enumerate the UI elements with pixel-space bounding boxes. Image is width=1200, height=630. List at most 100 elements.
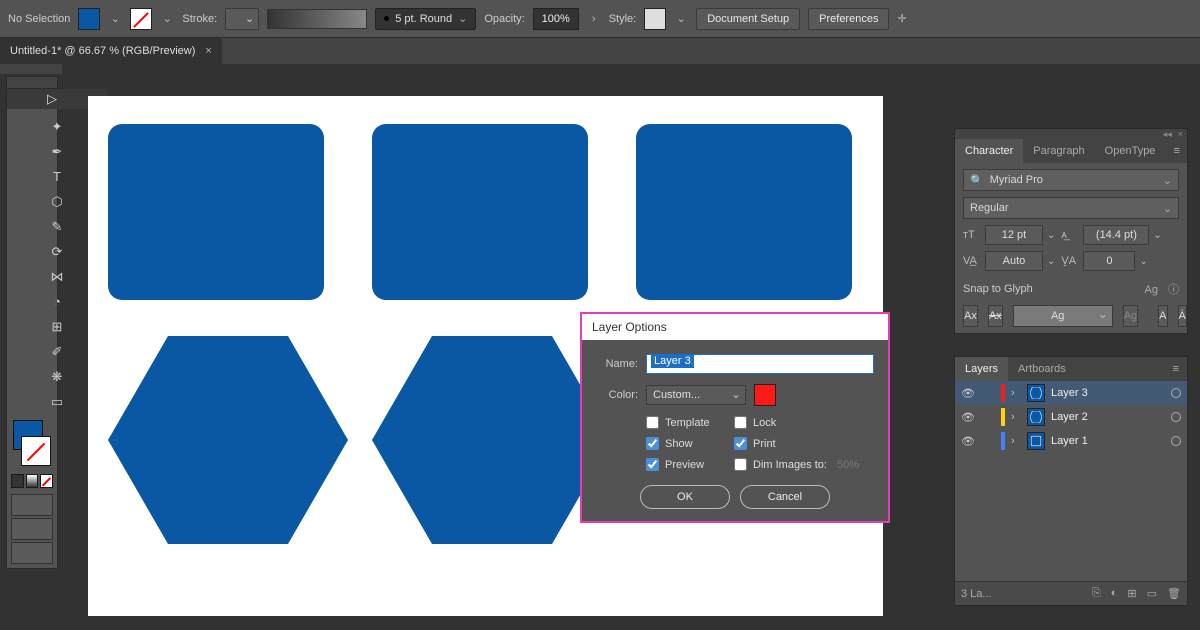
delete-layer-icon[interactable]: 🗑 (1167, 587, 1181, 600)
preferences-button[interactable]: Preferences (808, 8, 889, 30)
kern-dd-icon[interactable]: ⌄ (1047, 256, 1055, 267)
tab-artboards[interactable]: Artboards (1008, 357, 1076, 381)
glyph-badge-icon[interactable]: Ag (1141, 282, 1162, 298)
rounded-rect-3[interactable] (636, 124, 852, 300)
track-dd-icon[interactable]: ⌄ (1139, 256, 1147, 267)
new-layer-icon[interactable]: ▭ (1147, 587, 1157, 600)
font-search[interactable]: 🔍Myriad Pro⌄ (963, 169, 1179, 191)
tab-character[interactable]: Character (955, 139, 1023, 163)
layer-row[interactable]: 👁 › Layer 1 (955, 429, 1187, 453)
glyph-capheight[interactable]: Ag (1013, 305, 1113, 327)
target-icon[interactable] (1171, 388, 1181, 398)
new-sublayer-icon[interactable]: ⊞ (1127, 587, 1136, 600)
dim-images-checkbox[interactable]: Dim Images to:50% (734, 458, 874, 471)
info-icon[interactable]: ⓘ (1168, 284, 1179, 296)
hexagon-2[interactable] (372, 336, 612, 544)
expand-icon[interactable]: › (1011, 411, 1021, 423)
font-name: Myriad Pro (990, 174, 1043, 186)
font-size-icon: тT (963, 229, 981, 241)
lock-checkbox[interactable]: Lock (734, 416, 874, 429)
template-checkbox[interactable]: Template (646, 416, 726, 429)
target-icon[interactable] (1171, 412, 1181, 422)
layer-color-bar (1001, 384, 1005, 402)
layer-color-select[interactable]: Custom... (646, 385, 746, 405)
layer-thumb (1027, 408, 1045, 426)
fill-stroke-control[interactable] (11, 418, 53, 468)
document-tab[interactable]: Untitled-1* @ 66.67 % (RGB/Preview) × (0, 38, 222, 64)
layers-menu-icon[interactable]: ≡ (1165, 357, 1187, 381)
profile-dropdown[interactable] (267, 9, 367, 29)
style-swatch[interactable] (644, 8, 666, 30)
glyph-baseline[interactable]: Ax (963, 305, 978, 327)
layer-color-bar (1001, 432, 1005, 450)
tab-opentype[interactable]: OpenType (1095, 139, 1166, 163)
stroke-box[interactable] (21, 436, 51, 466)
color-mode-swatches[interactable] (7, 472, 57, 490)
layer-name-input[interactable]: Layer 3 (646, 354, 874, 374)
fill-swatch[interactable] (78, 8, 100, 30)
draw-normal[interactable] (11, 494, 53, 516)
layer-thumb (1027, 384, 1045, 402)
visibility-icon[interactable]: 👁 (961, 411, 977, 424)
font-size-input[interactable]: 12 pt (985, 225, 1043, 245)
screen-mode[interactable] (11, 542, 53, 564)
panel-menu-icon[interactable]: ≡ (1165, 139, 1187, 163)
toolbox-header[interactable] (7, 77, 57, 89)
layer-name[interactable]: Layer 3 (1051, 387, 1165, 399)
layer-row[interactable]: 👁 › Layer 2 (955, 405, 1187, 429)
print-checkbox[interactable]: Print (734, 437, 874, 450)
visibility-icon[interactable]: 👁 (961, 435, 977, 448)
expand-icon[interactable]: › (1011, 387, 1021, 399)
locate-icon[interactable]: ⎘ (1092, 587, 1101, 600)
cancel-button[interactable]: Cancel (740, 485, 830, 509)
target-icon[interactable] (1171, 436, 1181, 446)
layer-row[interactable]: 👁 › Layer 3 (955, 381, 1187, 405)
size-dd-icon[interactable]: ⌄ (1047, 230, 1055, 241)
style-chevron-icon[interactable]: ⌄ (674, 8, 688, 30)
preview-checkbox[interactable]: Preview (646, 458, 726, 471)
glyph-anchor[interactable]: Ȧ (1178, 305, 1187, 327)
layer-name[interactable]: Layer 1 (1051, 435, 1165, 447)
document-setup-button[interactable]: Document Setup (696, 8, 800, 30)
font-style: Regular (970, 202, 1009, 214)
glyph-angular[interactable]: A (1158, 305, 1167, 327)
show-checkbox[interactable]: Show (646, 437, 726, 450)
layer-options-dialog: Layer Options Name: Layer 3 Color: Custo… (580, 312, 890, 523)
expand-icon[interactable]: › (1011, 435, 1021, 447)
opacity-value[interactable]: 100% (533, 8, 579, 30)
stroke-dropdown-icon[interactable]: ⌄ (160, 8, 174, 30)
fill-dropdown-icon[interactable]: ⌄ (108, 8, 122, 30)
document-tab-title: Untitled-1* @ 66.67 % (RGB/Preview) (10, 45, 195, 57)
stroke-weight-dropdown[interactable]: ⌄ (225, 8, 259, 30)
clip-mask-icon[interactable]: ◐ (1111, 587, 1118, 600)
tab-paragraph[interactable]: Paragraph (1023, 139, 1094, 163)
leading-input[interactable]: (14.4 pt) (1083, 225, 1149, 245)
draw-behind[interactable] (11, 518, 53, 540)
stroke-swatch[interactable] (130, 8, 152, 30)
stroke-label: Stroke: (182, 13, 217, 25)
glyph-xheight[interactable]: Ax (988, 305, 1003, 327)
kerning-input[interactable]: Auto (985, 251, 1043, 271)
align-icon[interactable]: ✛ (897, 12, 906, 25)
dialog-title: Layer Options (582, 314, 888, 340)
hexagon-1[interactable] (108, 336, 348, 544)
font-style-select[interactable]: Regular⌄ (963, 197, 1179, 219)
close-tab-icon[interactable]: × (205, 45, 211, 57)
close-panel-icon[interactable]: × (1178, 129, 1183, 139)
visibility-icon[interactable]: 👁 (961, 387, 977, 400)
layer-color-swatch[interactable] (754, 384, 776, 406)
rounded-rect-1[interactable] (108, 124, 324, 300)
layers-footer: 3 La... ⎘ ◐ ⊞ ▭ 🗑 (955, 581, 1187, 605)
tab-layers[interactable]: Layers (955, 357, 1008, 381)
toolbox-tab-handle (0, 64, 62, 74)
brush-dropdown[interactable]: 5 pt. Round⌄ (375, 8, 476, 30)
ok-button[interactable]: OK (640, 485, 730, 509)
panel-handle[interactable]: ◂◂× (955, 129, 1187, 139)
tracking-input[interactable]: 0 (1083, 251, 1135, 271)
rounded-rect-2[interactable] (372, 124, 588, 300)
layer-name[interactable]: Layer 2 (1051, 411, 1165, 423)
tracking-icon: V͍A (1061, 255, 1079, 267)
leading-dd-icon[interactable]: ⌄ (1153, 230, 1161, 241)
glyph-bounds[interactable]: Ag (1123, 305, 1138, 327)
opacity-chevron-icon[interactable]: › (587, 8, 601, 30)
